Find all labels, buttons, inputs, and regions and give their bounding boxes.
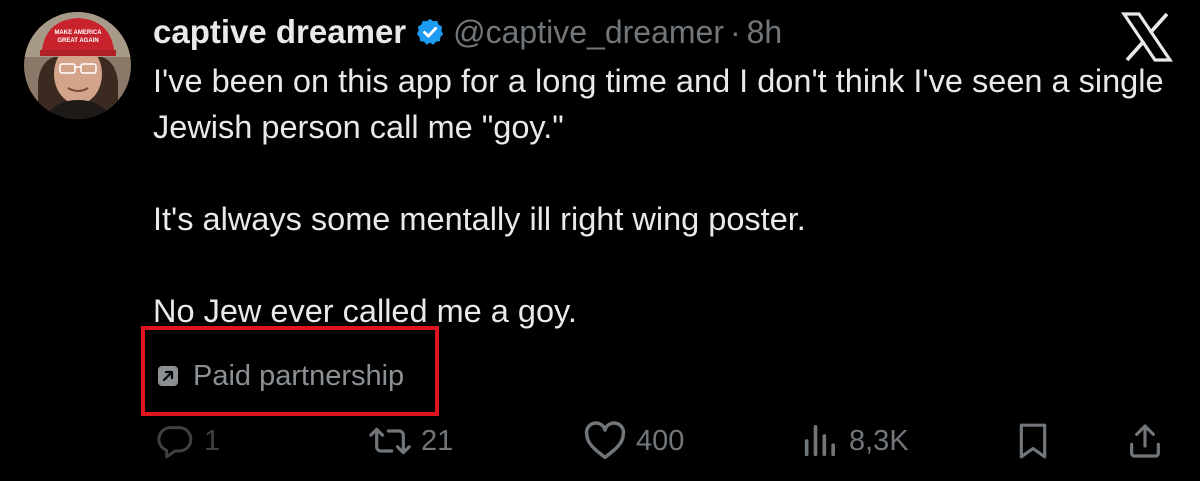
display-name[interactable]: captive dreamer <box>153 13 406 51</box>
heart-icon <box>584 421 626 460</box>
like-button[interactable]: 400 <box>583 416 684 466</box>
share-icon <box>1130 424 1160 458</box>
bookmark-button[interactable] <box>1015 416 1051 466</box>
post-header: captive dreamer @captive_dreamer · 8h <box>153 10 782 54</box>
like-count: 400 <box>636 424 685 457</box>
timestamp[interactable]: 8h <box>747 14 783 51</box>
views-count: 8,3K <box>849 424 909 457</box>
reply-icon <box>157 426 193 459</box>
avatar[interactable]: MAKE AMERICA GREAT AGAIN <box>24 12 131 119</box>
repost-count: 21 <box>421 424 454 457</box>
avatar-hat-text-line2: GREAT AGAIN <box>57 38 98 44</box>
views-icon <box>804 425 835 457</box>
tweet-text: I've been on this app for a long time an… <box>153 58 1183 334</box>
share-button[interactable] <box>1125 416 1165 466</box>
reply-count: 1 <box>204 424 221 457</box>
highlight-box <box>141 326 439 416</box>
tweet-paragraph-2: It's always some mentally ill right wing… <box>153 201 806 237</box>
reply-button[interactable]: 1 <box>155 416 220 466</box>
repost-button[interactable]: 21 <box>368 416 453 466</box>
action-bar: 1 21 400 8,3K <box>0 416 1200 466</box>
tweet-paragraph-1: I've been on this app for a long time an… <box>153 63 1164 145</box>
repost-icon <box>369 427 411 455</box>
separator-dot: · <box>729 13 741 50</box>
views-button[interactable]: 8,3K <box>800 416 909 466</box>
avatar-image: MAKE AMERICA GREAT AGAIN <box>24 12 131 119</box>
verified-badge-icon[interactable] <box>415 17 445 47</box>
handle[interactable]: @captive_dreamer <box>453 14 724 51</box>
avatar-hat-text-line1: MAKE AMERICA <box>54 30 102 36</box>
bookmark-icon <box>1019 423 1047 459</box>
